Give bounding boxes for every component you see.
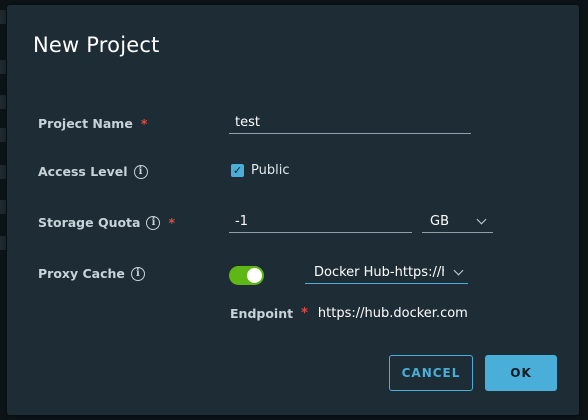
- info-icon[interactable]: i: [130, 266, 145, 281]
- proxy-cache-label-text: Proxy Cache: [38, 266, 125, 281]
- backdrop-fragment: [0, 128, 6, 142]
- backdrop-fragment: [0, 95, 6, 109]
- storage-quota-input[interactable]: [229, 211, 412, 233]
- info-icon[interactable]: i: [133, 164, 148, 179]
- public-checkbox[interactable]: ✓: [231, 164, 244, 177]
- proxy-registry-select[interactable]: Docker Hub-https://h: [305, 262, 468, 284]
- required-marker: *: [301, 306, 308, 321]
- endpoint-value: https://hub.docker.com: [317, 306, 468, 321]
- project-name-label-text: Project Name: [38, 116, 133, 131]
- access-level-label: Access Level i: [38, 164, 148, 179]
- chevron-down-icon: [453, 265, 464, 276]
- required-marker: *: [168, 215, 176, 230]
- proxy-cache-toggle[interactable]: [229, 266, 264, 285]
- project-name-label: Project Name *: [38, 116, 147, 131]
- project-name-input[interactable]: [229, 112, 471, 134]
- storage-unit-value: GB: [430, 214, 449, 229]
- new-project-dialog: New Project Project Name * Access Level …: [7, 5, 579, 415]
- dialog-title: New Project: [33, 33, 160, 57]
- access-level-label-text: Access Level: [38, 164, 128, 179]
- backdrop-fragment: [0, 165, 6, 179]
- chevron-down-icon: [476, 214, 487, 225]
- backdrop-fragment: [0, 236, 6, 250]
- endpoint-row: Endpoint * https://hub.docker.com: [230, 306, 468, 321]
- ok-button[interactable]: OK: [485, 355, 557, 391]
- storage-unit-select[interactable]: GB: [422, 211, 493, 233]
- proxy-registry-value: Docker Hub-https://h: [314, 265, 444, 280]
- cancel-button[interactable]: CANCEL: [389, 355, 473, 391]
- required-marker: *: [140, 116, 148, 131]
- info-icon[interactable]: i: [146, 215, 161, 230]
- backdrop-fragment: [0, 200, 6, 214]
- storage-quota-label-text: Storage Quota: [38, 215, 141, 230]
- endpoint-label: Endpoint: [230, 306, 294, 321]
- public-checkbox-label[interactable]: Public: [251, 163, 289, 178]
- storage-quota-label: Storage Quota i *: [38, 215, 175, 230]
- toggle-knob: [247, 268, 262, 283]
- proxy-cache-label: Proxy Cache i: [38, 266, 145, 281]
- public-checkbox-group[interactable]: ✓ Public: [231, 163, 289, 178]
- backdrop-fragment: [0, 10, 6, 24]
- backdrop-fragment: [0, 60, 6, 74]
